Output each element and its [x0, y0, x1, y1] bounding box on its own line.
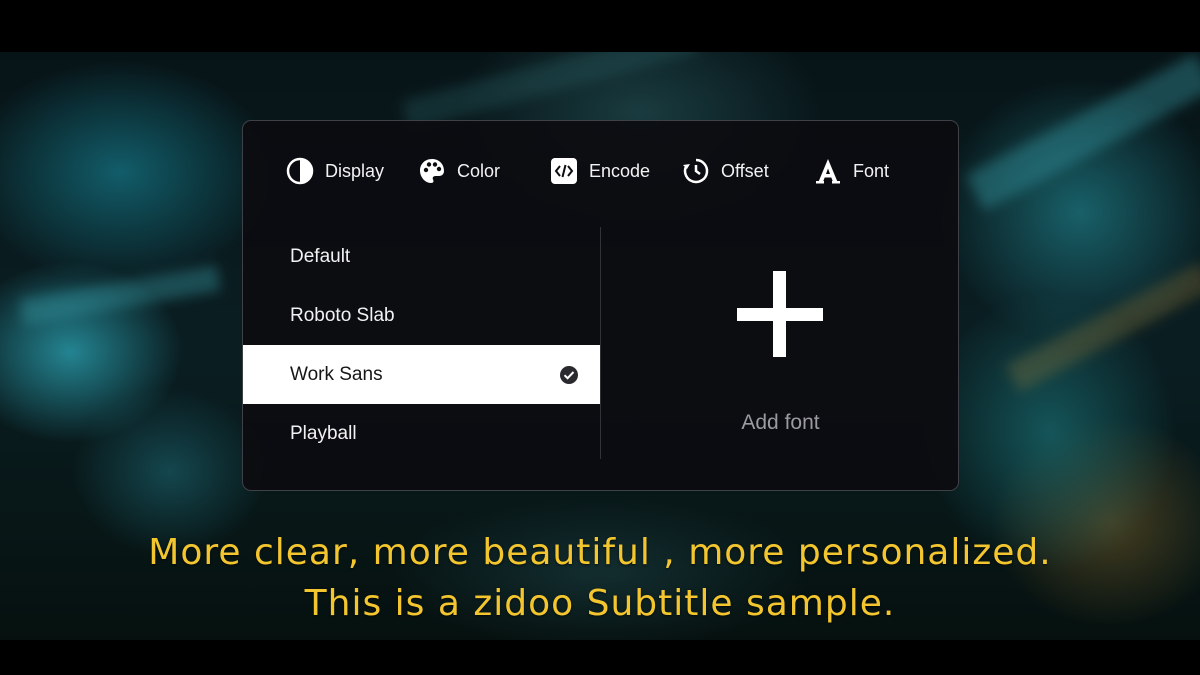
tab-offset[interactable]: Offset [681, 155, 769, 187]
tab-label: Color [457, 160, 501, 181]
video-streak [1005, 262, 1200, 392]
plus-icon [737, 271, 823, 357]
tab-label: Display [325, 160, 385, 181]
font-letter-a-icon [813, 156, 843, 186]
add-font-button[interactable]: Add font [601, 227, 960, 459]
contrast-half-circle-icon [285, 156, 315, 186]
tab-font[interactable]: Font [813, 155, 889, 187]
subtitle-settings-panel: Display Color Encode Offset Font Default… [242, 120, 959, 491]
letterbox-bottom [0, 640, 1200, 675]
subtitle-line-2: This is a zidoo Subtitle sample. [304, 583, 896, 624]
font-item-label: Work Sans [290, 363, 383, 385]
font-item-label: Playball [290, 422, 357, 444]
add-font-label: Add font [741, 411, 820, 434]
check-circle-icon [559, 365, 579, 385]
tab-display[interactable]: Display [285, 155, 384, 187]
video-streak [19, 264, 221, 326]
subtitle-line-1: More clear, more beautiful , more person… [148, 532, 1052, 573]
tab-bar: Display Color Encode Offset Font [243, 121, 958, 221]
tab-label: Offset [721, 160, 769, 181]
font-list: Default Roboto Slab Work Sans Playball [243, 227, 600, 463]
video-streak [401, 52, 699, 131]
font-item-default[interactable]: Default [243, 227, 600, 286]
code-brackets-icon [549, 156, 579, 186]
video-streak [965, 53, 1200, 211]
palette-icon [417, 156, 447, 186]
tab-label: Font [853, 160, 890, 181]
font-item-label: Default [290, 245, 351, 267]
tab-color[interactable]: Color [417, 155, 500, 187]
tab-encode[interactable]: Encode [549, 155, 650, 187]
font-item-roboto-slab[interactable]: Roboto Slab [243, 286, 600, 345]
font-item-label: Roboto Slab [290, 304, 395, 326]
tab-label: Encode [589, 160, 651, 181]
timer-offset-icon [681, 156, 711, 186]
font-item-playball[interactable]: Playball [243, 404, 600, 463]
letterbox-top [0, 0, 1200, 52]
font-item-work-sans[interactable]: Work Sans [243, 345, 600, 404]
